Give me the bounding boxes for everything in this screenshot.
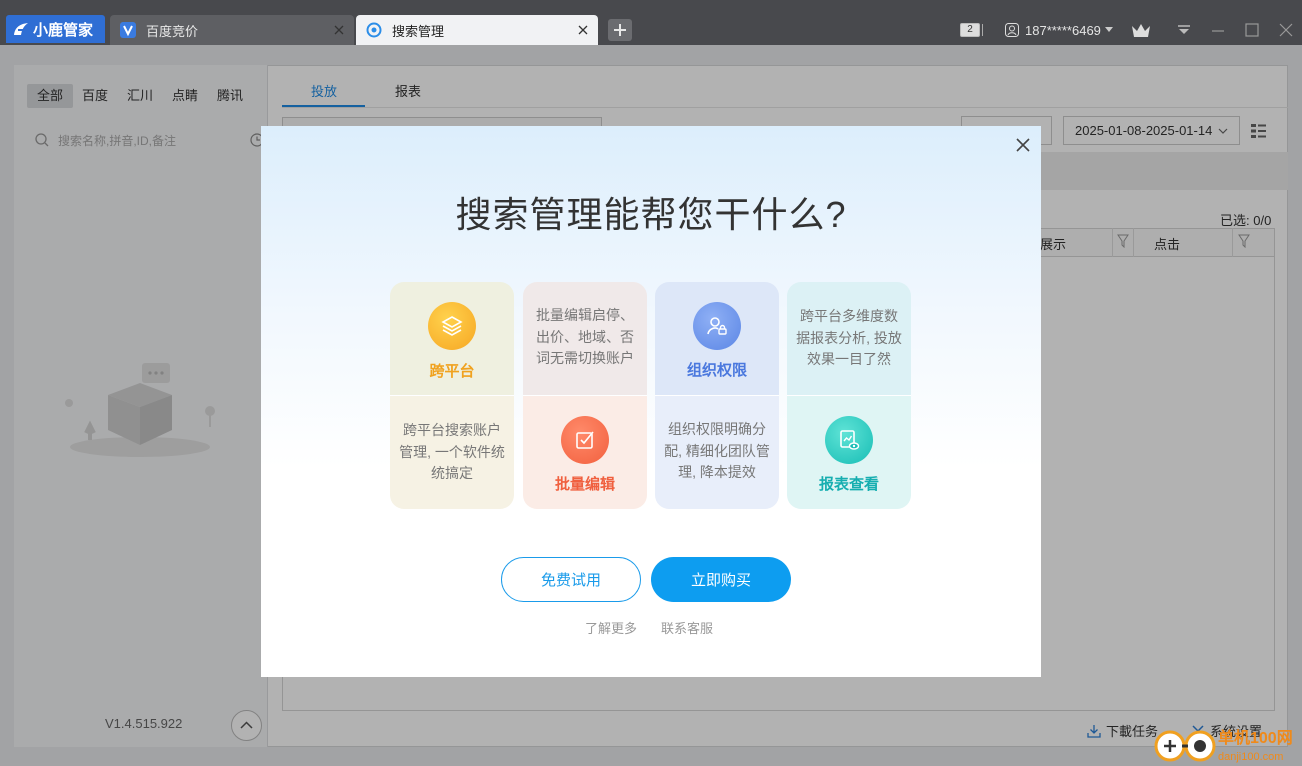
tab-baidu-bidding[interactable]: 百度竞价	[110, 15, 354, 45]
crown-icon[interactable]	[1131, 22, 1151, 38]
feature-title: 组织权限	[686, 362, 747, 379]
report-eye-icon	[825, 416, 873, 464]
deer-logo-icon	[14, 23, 28, 35]
maximize-icon[interactable]	[1245, 23, 1259, 37]
baidu-v-icon	[120, 22, 136, 38]
feature-title: 报表查看	[818, 476, 879, 493]
user-lock-icon	[693, 302, 741, 350]
learn-more-link[interactable]: 了解更多	[585, 618, 637, 637]
close-icon[interactable]	[576, 23, 590, 37]
feature-description: 批量编辑启停、出价、地域、否词无需切换账户	[536, 307, 634, 366]
window-close-icon[interactable]	[1279, 23, 1293, 37]
feature-title: 跨平台	[429, 363, 475, 380]
feature-description: 组织权限明确分配, 精细化团队管理, 降本提效	[664, 421, 770, 480]
plus-icon	[614, 24, 626, 36]
feature-card-permissions: 组织权限 组织权限明确分配, 精细化团队管理, 降本提效	[655, 282, 779, 509]
app-logo[interactable]: 小鹿管家	[6, 15, 105, 43]
free-trial-button[interactable]: 免费试用	[501, 557, 641, 602]
buy-now-button[interactable]: 立即购买	[651, 557, 791, 602]
feature-title: 批量编辑	[554, 476, 615, 493]
tab-label: 搜索管理	[392, 23, 445, 39]
close-icon[interactable]	[332, 23, 346, 37]
svg-text:单机100网: 单机100网	[1218, 728, 1293, 747]
minimize-icon[interactable]	[1211, 24, 1225, 36]
notification-badge[interactable]: 2	[960, 23, 980, 37]
app-logo-text: 小鹿管家	[33, 21, 94, 39]
edit-check-icon	[561, 416, 609, 464]
user-avatar-icon	[1005, 23, 1019, 37]
menu-dropdown-icon[interactable]	[1177, 24, 1191, 36]
account-name[interactable]: 187*****6469	[1025, 23, 1101, 38]
site-watermark-logo: 单机100网 danji100.com	[1152, 724, 1302, 766]
contact-service-link[interactable]: 联系客服	[661, 618, 713, 637]
chevron-down-icon[interactable]	[1104, 27, 1113, 33]
divider	[980, 24, 983, 36]
feature-description: 跨平台搜索账户管理, 一个软件统统搞定	[399, 422, 505, 481]
title-bar-right: 2 187*****6469	[960, 18, 1293, 42]
svg-text:danji100.com: danji100.com	[1218, 751, 1283, 763]
modal-title: 搜索管理能帮您干什么?	[455, 194, 847, 235]
tab-search-management[interactable]: 搜索管理	[356, 15, 598, 45]
feature-card-batch-edit: 批量编辑启停、出价、地域、否词无需切换账户 批量编辑	[523, 282, 647, 509]
tab-label: 百度竞价	[146, 23, 199, 39]
new-tab-button[interactable]	[608, 19, 632, 41]
modal-close-icon[interactable]	[1013, 135, 1033, 155]
feature-card-cross-platform: 跨平台 跨平台搜索账户管理, 一个软件统统搞定	[390, 282, 514, 509]
search-management-icon	[366, 22, 382, 38]
feature-description: 跨平台多维度数据报表分析, 投放效果一目了然	[796, 308, 902, 367]
layers-icon	[428, 302, 476, 350]
feature-card-reports: 跨平台多维度数据报表分析, 投放效果一目了然 报表查看	[787, 282, 911, 509]
